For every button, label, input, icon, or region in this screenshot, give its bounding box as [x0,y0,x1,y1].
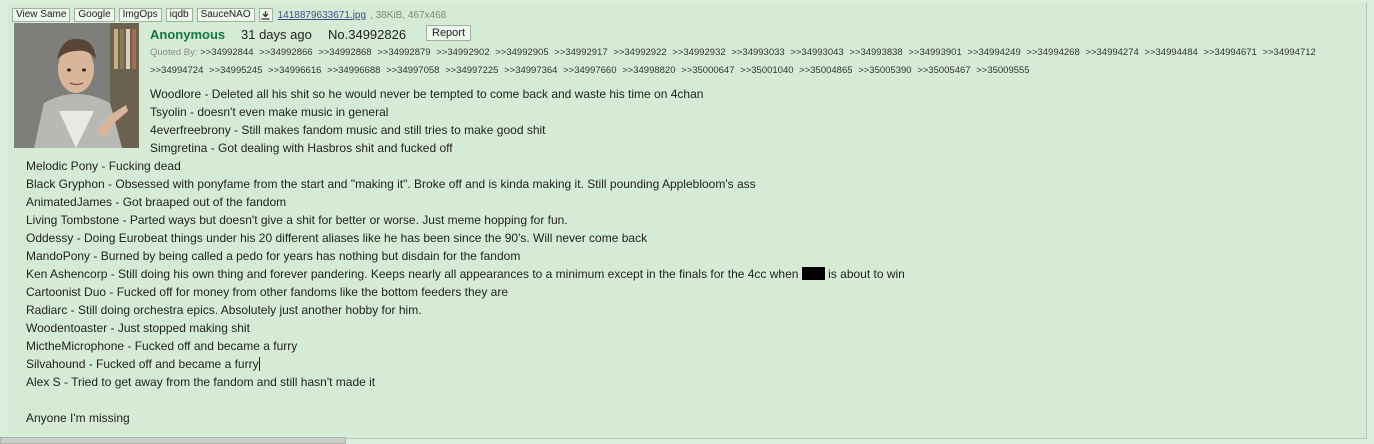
quote-link[interactable]: >>35009555 [976,65,1029,76]
spoiler-block[interactable] [801,267,825,280]
quote-link[interactable]: >>34993901 [908,47,961,58]
file-meta: , 38KiB, 467x468 [370,9,447,21]
post-line-with-caret: Silvahound - Fucked off and became a fur… [26,357,260,371]
post-line-text: Ken Ashencorp - Still doing his own thin… [26,267,799,281]
file-name-link[interactable]: 1418879633671.jpg [278,10,366,21]
post-number-link[interactable]: No.34992826 [328,27,406,42]
quote-link[interactable]: >>34993043 [790,47,843,58]
quote-link[interactable]: >>34992902 [436,47,489,58]
quote-link[interactable]: >>34994724 [150,65,203,76]
quoted-by-list: Quoted By: >>34992844 >>34992866 >>34992… [150,44,1360,80]
text-cursor [258,357,260,371]
post-line: 4everfreebrony - Still makes fandom musi… [150,123,546,137]
post-line: Black Gryphon - Obsessed with ponyfame f… [26,177,756,191]
iqdb-button[interactable]: iqdb [165,8,193,22]
post-thumbnail[interactable] [14,23,139,148]
quote-link[interactable]: >>34997660 [563,65,616,76]
quote-link[interactable]: >>34992868 [318,47,371,58]
quote-link[interactable]: >>34995245 [209,65,262,76]
quote-link[interactable]: >>34992905 [495,47,548,58]
post-line: Oddessy - Doing Eurobeat things under hi… [26,231,648,245]
quote-link[interactable]: >>35005390 [858,65,911,76]
image-toolbar: View Same Google ImgOps iqdb SauceNAO 14… [12,8,446,22]
post-line: MictheMicrophone - Fucked off and became… [26,339,298,353]
post-line-ken: Ken Ashencorp - Still doing his own thin… [26,267,905,281]
download-icon[interactable] [258,8,273,22]
post-line: AnimatedJames - Got braaped out of the f… [26,195,287,209]
quote-link[interactable]: >>34994712 [1262,47,1315,58]
post-line: Woodlore - Deleted all his shit so he wo… [150,87,704,101]
imgops-button[interactable]: ImgOps [118,8,162,22]
report-button[interactable]: Report [426,25,472,41]
google-button[interactable]: Google [74,8,115,22]
quote-link[interactable]: >>35004865 [799,65,852,76]
quote-link[interactable]: >>34998820 [622,65,675,76]
post-line: MandoPony - Burned by being called a ped… [26,249,521,263]
quote-link[interactable]: >>34997225 [445,65,498,76]
quote-link[interactable]: >>34994249 [967,47,1020,58]
post-container: View Same Google ImgOps iqdb SauceNAO 14… [8,3,1367,439]
quote-link[interactable]: >>34994484 [1144,47,1197,58]
quote-link[interactable]: >>34994671 [1203,47,1256,58]
post-line-text: Silvahound - Fucked off and became a fur… [26,357,259,371]
post-date: 31 days ago [241,27,312,42]
quote-link[interactable]: >>34993033 [731,47,784,58]
view-same-button[interactable]: View Same [12,8,71,22]
quote-link[interactable]: >>34992932 [672,47,725,58]
quote-link[interactable]: >>34997364 [504,65,557,76]
post-line: Cartoonist Duo - Fucked off for money fr… [26,285,509,299]
quote-link[interactable]: >>34996688 [327,65,380,76]
saucenao-button[interactable]: SauceNAO [196,8,255,22]
quote-link[interactable]: >>34993838 [849,47,902,58]
quote-link[interactable]: >>34997058 [386,65,439,76]
quote-link[interactable]: >>34994268 [1026,47,1079,58]
post-line: Anyone I'm missing [26,411,130,425]
quote-link[interactable]: >>34992844 [200,47,253,58]
post-line: Melodic Pony - Fucking dead [26,159,181,173]
quoted-by-label: Quoted By: [150,47,198,58]
quote-link[interactable]: >>34992866 [259,47,312,58]
quote-link[interactable]: >>35000647 [681,65,734,76]
post-line: Tsyolin - doesn't even make music in gen… [150,105,389,119]
post-line: Simgretina - Got dealing with Hasbros sh… [150,141,453,155]
post-line: Woodentoaster - Just stopped making shit [26,321,250,335]
poster-name: Anonymous [150,27,226,42]
quote-link[interactable]: >>35001040 [740,65,793,76]
post-line: Radiarc - Still doing orchestra epics. A… [26,303,422,317]
quote-link[interactable]: >>34996616 [268,65,321,76]
quote-link[interactable]: >>34994274 [1085,47,1138,58]
quote-link[interactable]: >>35005467 [917,65,970,76]
quote-link[interactable]: >>34992922 [613,47,666,58]
post-line: Living Tombstone - Parted ways but doesn… [26,213,568,227]
quote-link[interactable]: >>34992917 [554,47,607,58]
quote-link[interactable]: >>34992879 [377,47,430,58]
post-line-suffix: is about to win [828,267,905,281]
post-line: Alex S - Tried to get away from the fand… [26,375,376,389]
